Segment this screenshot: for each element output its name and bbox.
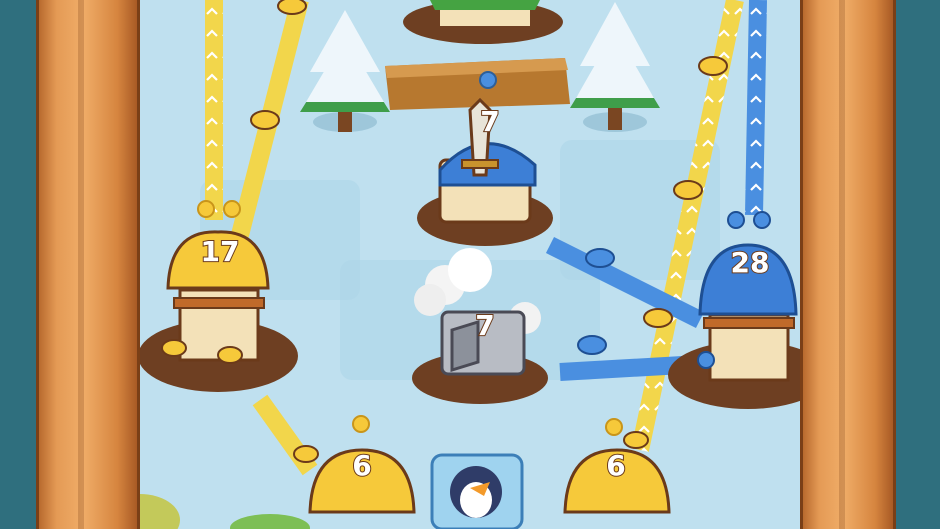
yellow-tower-count: 17	[200, 235, 241, 269]
wood-frame-right	[800, 0, 896, 529]
top-hut[interactable]	[403, 0, 563, 44]
battle-map[interactable]: 17 28 7 7 6 6	[140, 0, 800, 529]
yellow-hut-right-count: 6	[605, 449, 626, 483]
blue-barracks-count: 7	[479, 105, 500, 139]
frozen-penguin-block[interactable]	[430, 453, 524, 529]
blue-tower-count: 28	[730, 246, 771, 280]
wood-frame-left	[36, 0, 140, 529]
game-view: 17 28 7 7 6 6	[0, 0, 940, 529]
yellow-hut-left-count: 6	[351, 449, 372, 483]
neutral-forge-count: 7	[474, 309, 495, 343]
